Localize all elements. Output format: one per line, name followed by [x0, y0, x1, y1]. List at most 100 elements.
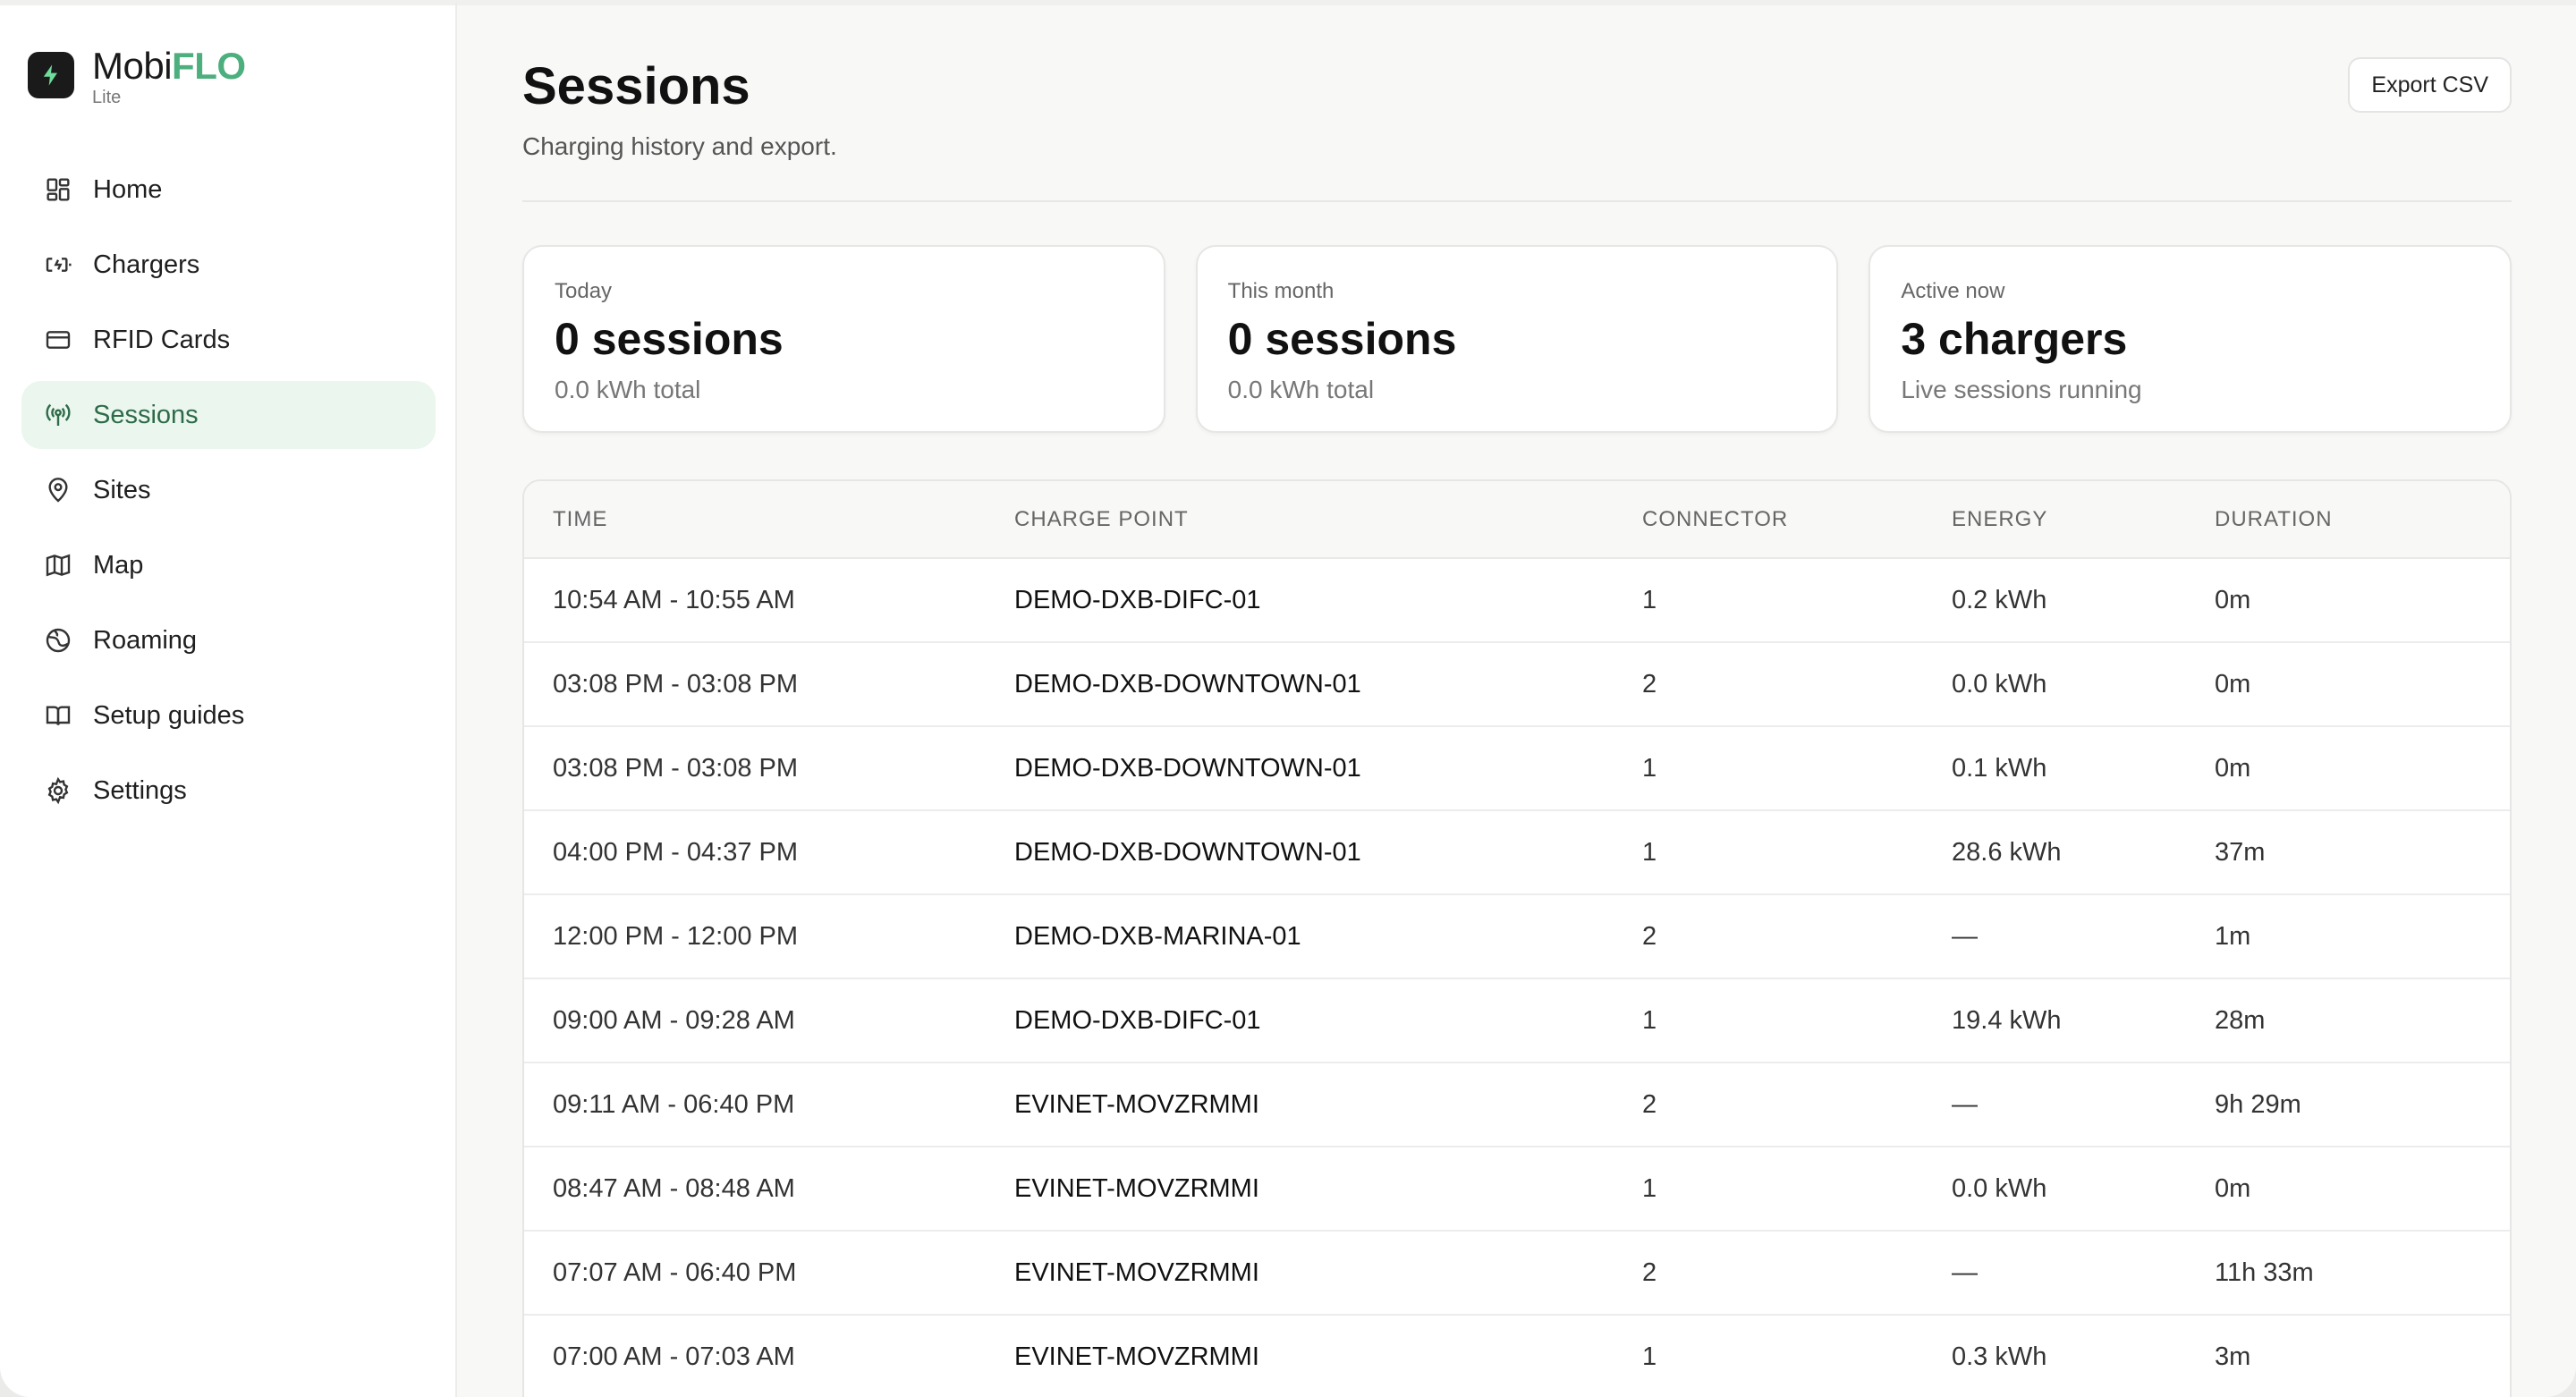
cell-time: 09:00 AM - 09:28 AM: [524, 978, 1014, 1063]
table-row[interactable]: 07:07 AM - 06:40 PM EVINET-MOVZRMMI 2 — …: [524, 1231, 2510, 1316]
cell-energy: 28.6 kWh: [1952, 810, 2215, 895]
stat-note: 0.0 kWh total: [555, 376, 701, 403]
cell-connector: 1: [1642, 1147, 1952, 1232]
sidebar-item-home[interactable]: Home: [21, 156, 436, 224]
sidebar-item-sessions[interactable]: Sessions: [21, 381, 436, 449]
cell-duration: 0m: [2215, 642, 2510, 727]
main-content: Sessions Charging history and export. Ex…: [457, 0, 2576, 1397]
globe-icon: [43, 625, 73, 656]
sidebar-item-label: Map: [93, 550, 144, 580]
sidebar-item-label: Sessions: [93, 400, 199, 429]
sidebar-item-label: Roaming: [93, 625, 198, 655]
cell-connector: 2: [1642, 1063, 1952, 1147]
broadcast-icon: [43, 400, 73, 430]
battery-charging-icon: [43, 250, 73, 280]
sidebar-item-rfid-cards[interactable]: RFID Cards: [21, 306, 436, 374]
cell-connector: 1: [1642, 726, 1952, 811]
cell-charge-point: DEMO-DXB-DOWNTOWN-01: [1014, 642, 1642, 727]
cell-energy: 0.0 kWh: [1952, 642, 2215, 727]
brand-name: MobiFLO: [92, 45, 246, 88]
cell-connector: 2: [1642, 894, 1952, 979]
cell-duration: 3m: [2215, 1315, 2510, 1397]
cell-duration: 37m: [2215, 810, 2510, 895]
book-icon: [43, 700, 73, 731]
sessions-table: TIME CHARGE POINT CONNECTOR ENERGY DURAT…: [522, 479, 2512, 1397]
cell-time: 07:00 AM - 07:03 AM: [524, 1315, 1014, 1397]
cell-charge-point: EVINET-MOVZRMMI: [1014, 1147, 1642, 1232]
cell-charge-point: EVINET-MOVZRMMI: [1014, 1315, 1642, 1397]
map-icon: [43, 550, 73, 580]
lightning-logo-icon: [28, 52, 74, 98]
table-row[interactable]: 04:00 PM - 04:37 PM DEMO-DXB-DOWNTOWN-01…: [524, 810, 2510, 895]
sidebar-item-label: RFID Cards: [93, 325, 231, 354]
dashboard-icon: [43, 174, 73, 205]
stat-note: Live sessions running: [1901, 376, 2142, 403]
table-row[interactable]: 09:11 AM - 06:40 PM EVINET-MOVZRMMI 2 — …: [524, 1063, 2510, 1147]
cell-connector: 1: [1642, 978, 1952, 1063]
sidebar-item-chargers[interactable]: Chargers: [21, 231, 436, 299]
cell-charge-point: DEMO-DXB-DOWNTOWN-01: [1014, 810, 1642, 895]
stat-value: 3 chargers: [1901, 314, 2128, 364]
brand[interactable]: MobiFLO Lite: [28, 45, 246, 107]
sidebar-item-label: Chargers: [93, 250, 200, 279]
table-row[interactable]: 12:00 PM - 12:00 PM DEMO-DXB-MARINA-01 2…: [524, 894, 2510, 979]
table-row[interactable]: 10:54 AM - 10:55 AM DEMO-DXB-DIFC-01 1 0…: [524, 558, 2510, 643]
table-header-row: TIME CHARGE POINT CONNECTOR ENERGY DURAT…: [524, 481, 2510, 559]
stat-label: Today: [555, 279, 613, 303]
export-csv-button[interactable]: Export CSV: [2348, 57, 2512, 113]
header-divider: [522, 200, 2512, 202]
column-header-charge-point[interactable]: CHARGE POINT: [1014, 481, 1642, 559]
column-header-duration[interactable]: DURATION: [2215, 481, 2510, 559]
column-header-energy[interactable]: ENERGY: [1952, 481, 2215, 559]
cell-duration: 28m: [2215, 978, 2510, 1063]
cell-charge-point: DEMO-DXB-MARINA-01: [1014, 894, 1642, 979]
app-window: MobiFLO Lite Home Chargers RFID Cards Se…: [0, 0, 2576, 1397]
stat-value: 0 sessions: [1227, 314, 1457, 364]
brand-name-accent: FLO: [172, 45, 246, 87]
stat-label: This month: [1227, 279, 1335, 303]
cell-connector: 2: [1642, 642, 1952, 727]
cell-duration: 1m: [2215, 894, 2510, 979]
page-title: Sessions: [522, 57, 750, 115]
brand-name-main: Mobi: [92, 45, 173, 87]
column-header-time[interactable]: TIME: [524, 481, 1014, 559]
sidebar-item-setup-guides[interactable]: Setup guides: [21, 682, 436, 749]
stat-value: 0 sessions: [555, 314, 784, 364]
sidebar-item-label: Sites: [93, 475, 151, 504]
cell-time: 08:47 AM - 08:48 AM: [524, 1147, 1014, 1232]
table-row[interactable]: 08:47 AM - 08:48 AM EVINET-MOVZRMMI 1 0.…: [524, 1147, 2510, 1232]
cell-duration: 0m: [2215, 558, 2510, 643]
sidebar-item-sites[interactable]: Sites: [21, 456, 436, 524]
stat-card-this-month: This month 0 sessions 0.0 kWh total: [1195, 245, 1839, 433]
cell-energy: 0.2 kWh: [1952, 558, 2215, 643]
sidebar-item-label: Home: [93, 174, 163, 204]
cell-connector: 2: [1642, 1231, 1952, 1316]
table-row[interactable]: 03:08 PM - 03:08 PM DEMO-DXB-DOWNTOWN-01…: [524, 642, 2510, 727]
cell-charge-point: DEMO-DXB-DIFC-01: [1014, 558, 1642, 643]
stat-note: 0.0 kWh total: [1227, 376, 1375, 403]
card-icon: [43, 325, 73, 355]
cell-energy: —: [1952, 1231, 2215, 1316]
table-row[interactable]: 07:00 AM - 07:03 AM EVINET-MOVZRMMI 1 0.…: [524, 1315, 2510, 1397]
brand-edition: Lite: [92, 88, 122, 107]
table-row[interactable]: 09:00 AM - 09:28 AM DEMO-DXB-DIFC-01 1 1…: [524, 978, 2510, 1063]
table-row[interactable]: 03:08 PM - 03:08 PM DEMO-DXB-DOWNTOWN-01…: [524, 726, 2510, 811]
sidebar-item-label: Setup guides: [93, 700, 245, 730]
sidebar-item-settings[interactable]: Settings: [21, 757, 436, 825]
cell-connector: 1: [1642, 1315, 1952, 1397]
cell-energy: 0.3 kWh: [1952, 1315, 2215, 1397]
cell-energy: —: [1952, 894, 2215, 979]
cell-time: 03:08 PM - 03:08 PM: [524, 726, 1014, 811]
sidebar-item-roaming[interactable]: Roaming: [21, 606, 436, 674]
column-header-connector[interactable]: CONNECTOR: [1642, 481, 1952, 559]
cell-charge-point: DEMO-DXB-DOWNTOWN-01: [1014, 726, 1642, 811]
cell-energy: 19.4 kWh: [1952, 978, 2215, 1063]
stats-cards: Today 0 sessions 0.0 kWh total This mont…: [522, 245, 2512, 433]
cell-time: 03:08 PM - 03:08 PM: [524, 642, 1014, 727]
sidebar-item-map[interactable]: Map: [21, 531, 436, 599]
cell-energy: —: [1952, 1063, 2215, 1147]
sidebar-item-label: Settings: [93, 775, 187, 805]
cell-duration: 9h 29m: [2215, 1063, 2510, 1147]
cell-energy: 0.0 kWh: [1952, 1147, 2215, 1232]
map-pin-icon: [43, 475, 73, 505]
